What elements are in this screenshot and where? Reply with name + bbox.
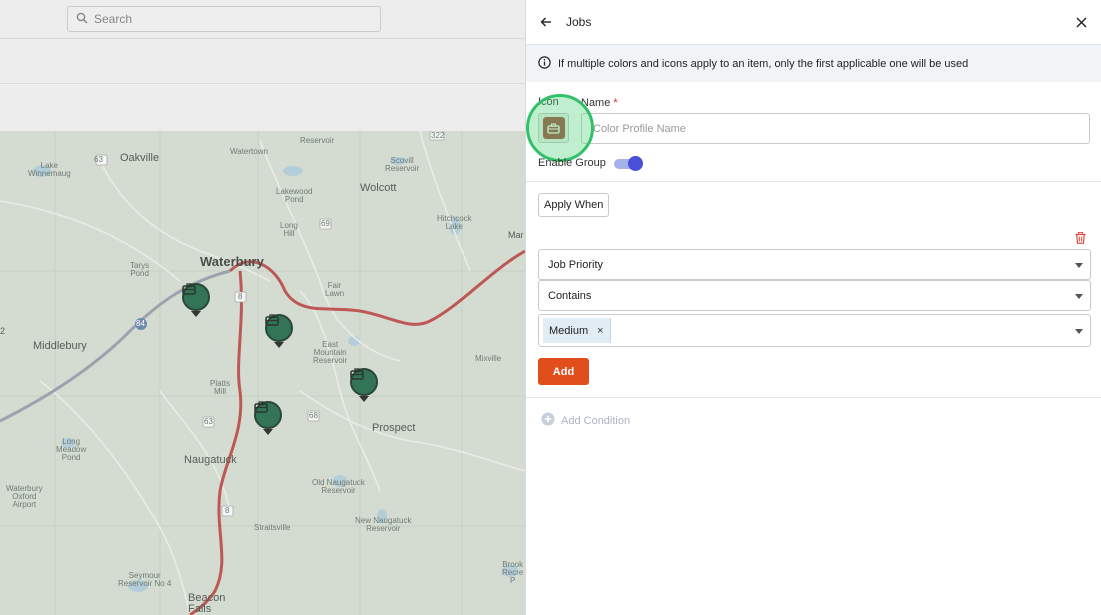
- briefcase-icon: [182, 283, 210, 311]
- map-place-label: Long Meadow Pond: [56, 437, 87, 462]
- map-town-label: Wolcott: [360, 182, 397, 194]
- divider: [526, 397, 1101, 398]
- job-pin[interactable]: [254, 401, 282, 435]
- chevron-down-icon: [1075, 263, 1083, 268]
- condition-field-select[interactable]: Job Priority: [538, 249, 1091, 280]
- add-condition-label: Add Condition: [561, 414, 631, 427]
- job-pin[interactable]: [182, 283, 210, 317]
- info-banner: If multiple colors and icons apply to an…: [526, 45, 1101, 82]
- map-place-label: Seymour Reservoir No 4: [118, 571, 172, 588]
- background-app: 63 69 8 84 63 68 322 8 2 Oakville Watert…: [0, 0, 525, 615]
- map-town-label: Naugatuck: [184, 454, 237, 466]
- map[interactable]: 63 69 8 84 63 68 322 8 2 Oakville Watert…: [0, 131, 525, 615]
- map-place-label: Long Hill: [280, 221, 298, 238]
- map-place-label: Mar: [508, 230, 524, 240]
- map-route-label: 69: [321, 219, 330, 228]
- filter-strip: [0, 84, 525, 131]
- map-route-label: 8: [225, 506, 230, 515]
- map-place-label: East Mountain Reservoir: [313, 340, 348, 365]
- map-route-label: 2: [0, 326, 6, 336]
- condition-operator-select[interactable]: Contains: [538, 280, 1091, 311]
- required-marker: *: [613, 97, 618, 109]
- chevron-down-icon: [1075, 294, 1083, 299]
- map-town-label: Oakville: [120, 152, 160, 164]
- map-place-label: New Naugatuck Reservoir: [355, 516, 412, 533]
- chevron-down-icon: [1075, 329, 1083, 334]
- map-place-label: Waterbury Oxford Airport: [6, 484, 43, 509]
- condition-operator-value: Contains: [548, 289, 592, 302]
- trash-icon[interactable]: [1075, 232, 1086, 247]
- apply-when-button[interactable]: Apply When: [538, 193, 610, 217]
- briefcase-icon: [542, 117, 565, 139]
- map-town-label: Watertown: [230, 147, 268, 156]
- map-city-label: Waterbury: [200, 254, 264, 269]
- map-route-label: 8: [238, 292, 243, 301]
- condition-field-value: Job Priority: [548, 258, 604, 271]
- map-place-label: Scovill Reservoir: [385, 156, 420, 173]
- map-route-label: 84: [136, 319, 145, 328]
- map-town-label: Prospect: [372, 422, 416, 434]
- map-town-label: Straitsville: [254, 523, 291, 532]
- job-pin[interactable]: [265, 314, 293, 348]
- map-town-label: Beacon Falls: [188, 592, 226, 615]
- briefcase-icon: [254, 401, 282, 429]
- enable-group-toggle[interactable]: [614, 155, 643, 171]
- map-place-label: Brook Recre P: [502, 560, 524, 585]
- search-icon: [76, 12, 88, 27]
- divider: [526, 181, 1101, 182]
- map-place-label: Old Naugatuck Reservoir: [312, 478, 365, 495]
- icon-picker-button[interactable]: [538, 113, 569, 143]
- map-place-label: Lake Winnemaug: [28, 161, 71, 178]
- map-place-label: Lakewood Pond: [276, 187, 313, 204]
- add-condition-button[interactable]: Add Condition: [541, 412, 630, 429]
- plus-circle-icon: [541, 412, 555, 429]
- icon-label: Icon: [538, 96, 559, 108]
- info-icon: [538, 55, 551, 72]
- drawer-title: Jobs: [566, 15, 592, 29]
- drawer-header: Jobs: [526, 0, 1101, 45]
- map-place-label: Hitchcock Lake: [437, 214, 472, 231]
- map-town-label: Middlebury: [33, 340, 87, 352]
- value-chip: Medium ×: [543, 318, 611, 343]
- add-button[interactable]: Add: [538, 358, 589, 385]
- map-route-label: 68: [309, 411, 318, 420]
- enable-group-label: Enable Group: [538, 157, 606, 169]
- map-place-label: Reservoir: [300, 136, 335, 145]
- map-place-label: Platts Mill: [210, 379, 231, 396]
- close-icon[interactable]: [1073, 14, 1089, 30]
- info-text: If multiple colors and icons apply to an…: [558, 57, 969, 70]
- map-route-label: 63: [94, 155, 103, 164]
- remove-chip-icon[interactable]: ×: [597, 325, 603, 337]
- top-bar: [0, 0, 525, 39]
- briefcase-icon: [350, 368, 378, 396]
- condition-values-select[interactable]: Medium ×: [538, 314, 1091, 347]
- back-arrow-icon[interactable]: [538, 14, 554, 30]
- toolbar-strip: [0, 39, 525, 84]
- search-box[interactable]: [67, 6, 381, 32]
- map-place-label: Fair Lawn: [325, 281, 345, 298]
- name-label: Name *: [581, 97, 618, 109]
- map-town-label: Mixville: [475, 354, 502, 363]
- map-route-label: 63: [204, 417, 213, 426]
- value-chip-label: Medium: [549, 324, 589, 337]
- map-route-label: 322: [431, 131, 445, 140]
- color-profile-drawer: Jobs If multiple colors and icons apply …: [525, 0, 1101, 615]
- briefcase-icon: [265, 314, 293, 342]
- search-input[interactable]: [94, 12, 354, 26]
- color-profile-name-input[interactable]: [581, 113, 1090, 144]
- map-place-label: Tarys Pond: [130, 261, 150, 278]
- job-pin[interactable]: [350, 368, 378, 402]
